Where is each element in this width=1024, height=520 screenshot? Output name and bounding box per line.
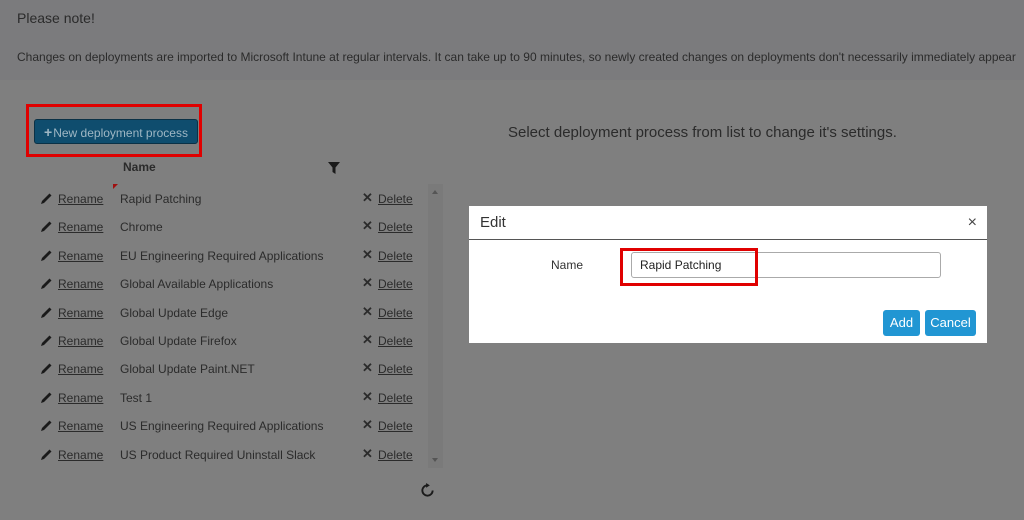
notice-title: Please note! (17, 10, 95, 26)
rename-link[interactable]: Rename (58, 249, 103, 263)
modified-marker-icon (113, 184, 118, 189)
delete-link[interactable]: Delete (378, 249, 413, 263)
name-field-label: Name (551, 258, 583, 272)
pencil-icon[interactable] (40, 334, 53, 347)
list-item[interactable]: Rename US Product Required Uninstall Slac… (30, 440, 430, 468)
notice-text: Changes on deployments are imported to M… (17, 50, 1016, 64)
process-name[interactable]: Test 1 (120, 391, 152, 405)
delete-x-icon[interactable]: ✕ (362, 389, 373, 405)
dialog-title: Edit (480, 214, 506, 231)
delete-link[interactable]: Delete (378, 391, 413, 405)
rename-link[interactable]: Rename (58, 277, 103, 291)
delete-link[interactable]: Delete (378, 306, 413, 320)
delete-x-icon[interactable]: ✕ (362, 190, 373, 206)
rename-link[interactable]: Rename (58, 448, 103, 462)
new-deployment-process-button[interactable]: +New deployment process (34, 119, 198, 144)
cancel-button[interactable]: Cancel (925, 310, 976, 336)
pencil-icon[interactable] (40, 249, 53, 262)
process-name[interactable]: US Engineering Required Applications (120, 419, 323, 433)
new-deployment-process-label: New deployment process (53, 126, 188, 140)
process-name[interactable]: EU Engineering Required Applications (120, 249, 323, 263)
process-name[interactable]: US Product Required Uninstall Slack (120, 448, 315, 462)
delete-link[interactable]: Delete (378, 362, 413, 376)
delete-x-icon[interactable]: ✕ (362, 332, 373, 348)
pencil-icon[interactable] (40, 220, 53, 233)
scroll-down-arrow-icon[interactable] (432, 458, 438, 462)
delete-link[interactable]: Delete (378, 192, 413, 206)
column-header-name[interactable]: Name (123, 160, 156, 174)
pencil-icon[interactable] (40, 419, 53, 432)
rename-link[interactable]: Rename (58, 306, 103, 320)
delete-x-icon[interactable]: ✕ (362, 360, 373, 376)
list-item[interactable]: Rename Global Update Firefox ✕ Delete (30, 326, 430, 354)
rename-link[interactable]: Rename (58, 391, 103, 405)
process-name[interactable]: Rapid Patching (120, 192, 201, 206)
delete-x-icon[interactable]: ✕ (362, 446, 373, 462)
list-item[interactable]: Rename EU Engineering Required Applicatio… (30, 241, 430, 269)
pencil-icon[interactable] (40, 192, 53, 205)
name-input[interactable] (631, 252, 941, 278)
rename-link[interactable]: Rename (58, 334, 103, 348)
pencil-icon[interactable] (40, 277, 53, 290)
pencil-icon[interactable] (40, 448, 53, 461)
deployment-process-list: Rename Rapid Patching ✕ Delete Rename Chrome ✕… (30, 184, 430, 468)
delete-link[interactable]: Delete (378, 220, 413, 234)
rename-link[interactable]: Rename (58, 192, 103, 206)
rename-link[interactable]: Rename (58, 419, 103, 433)
refresh-icon[interactable] (420, 483, 435, 498)
plus-icon: + (44, 124, 52, 140)
delete-x-icon[interactable]: ✕ (362, 218, 373, 234)
notice-banner: Please note! Changes on deployments are … (0, 0, 1024, 80)
dialog-divider (469, 239, 987, 240)
delete-x-icon[interactable]: ✕ (362, 247, 373, 263)
rename-link[interactable]: Rename (58, 362, 103, 376)
list-item[interactable]: Rename Chrome ✕ Delete (30, 212, 430, 240)
list-item[interactable]: Rename Global Update Paint.NET ✕ Delete (30, 354, 430, 382)
delete-link[interactable]: Delete (378, 419, 413, 433)
list-scrollbar[interactable] (428, 184, 443, 468)
process-name[interactable]: Global Update Paint.NET (120, 362, 255, 376)
delete-x-icon[interactable]: ✕ (362, 275, 373, 291)
delete-link[interactable]: Delete (378, 448, 413, 462)
delete-link[interactable]: Delete (378, 334, 413, 348)
process-name[interactable]: Global Available Applications (120, 277, 273, 291)
process-name[interactable]: Global Update Edge (120, 306, 228, 320)
pencil-icon[interactable] (40, 391, 53, 404)
list-item[interactable]: Rename Test 1 ✕ Delete (30, 383, 430, 411)
add-button[interactable]: Add (883, 310, 920, 336)
rename-link[interactable]: Rename (58, 220, 103, 234)
process-name[interactable]: Global Update Firefox (120, 334, 237, 348)
process-name[interactable]: Chrome (120, 220, 163, 234)
close-icon[interactable]: × (968, 214, 977, 232)
delete-link[interactable]: Delete (378, 277, 413, 291)
filter-icon[interactable] (328, 162, 340, 174)
edit-dialog: Edit × Name Add Cancel (469, 206, 987, 343)
pencil-icon[interactable] (40, 306, 53, 319)
list-item[interactable]: Rename Rapid Patching ✕ Delete (30, 184, 430, 212)
delete-x-icon[interactable]: ✕ (362, 304, 373, 320)
list-item[interactable]: Rename Global Update Edge ✕ Delete (30, 298, 430, 326)
scroll-up-arrow-icon[interactable] (432, 190, 438, 194)
list-item[interactable]: Rename Global Available Applications ✕ Dele… (30, 269, 430, 297)
pencil-icon[interactable] (40, 362, 53, 375)
select-process-hint: Select deployment process from list to c… (508, 124, 897, 141)
list-item[interactable]: Rename US Engineering Required Applicatio… (30, 411, 430, 439)
delete-x-icon[interactable]: ✕ (362, 417, 373, 433)
